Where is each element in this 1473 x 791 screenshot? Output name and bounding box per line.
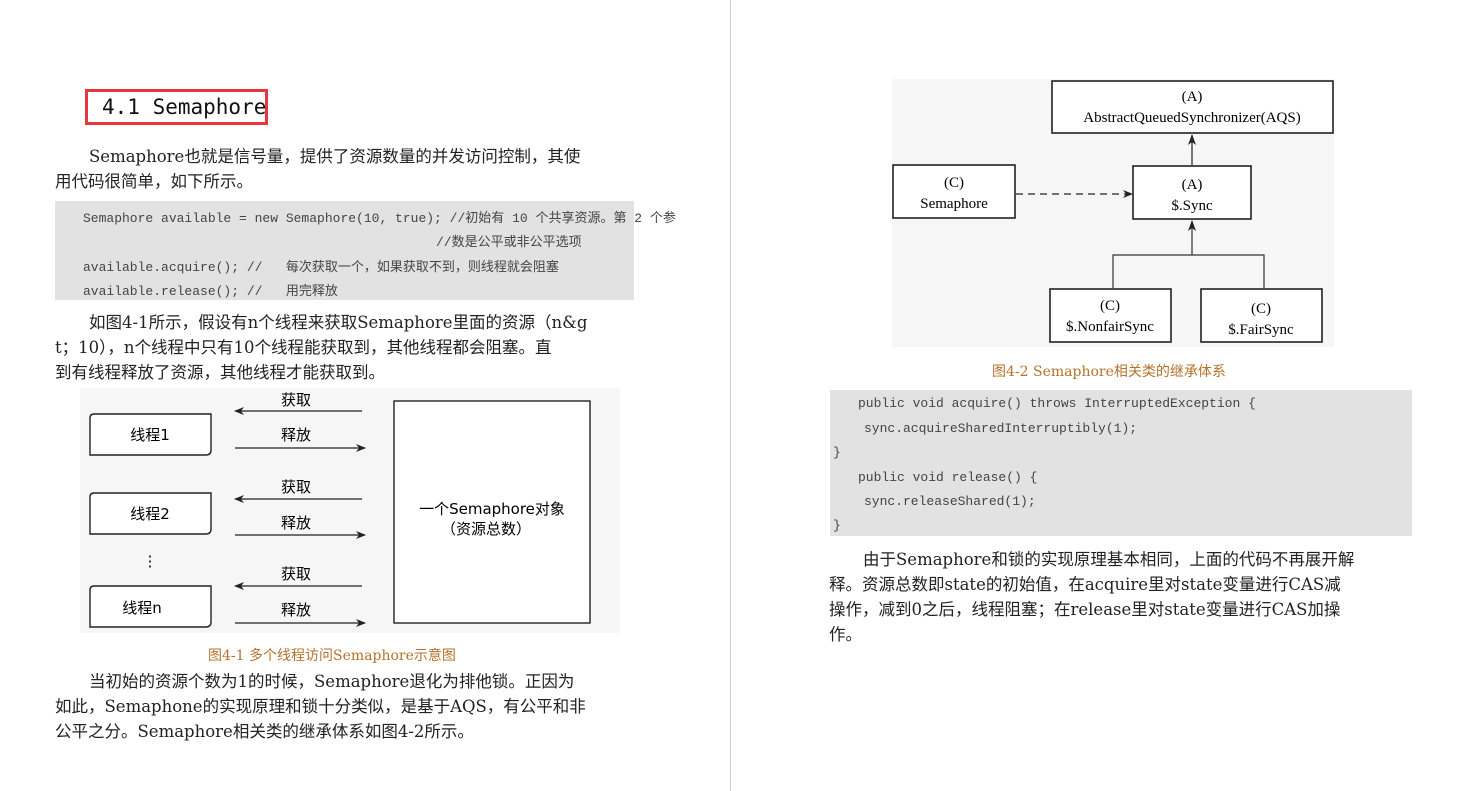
thread-label: 线程1 xyxy=(130,426,170,444)
acquire-label: 获取 xyxy=(281,478,311,496)
thread-box-1: 线程1 xyxy=(89,413,212,456)
acquire-label: 获取 xyxy=(281,391,311,409)
paragraph-3: 当初始的资源个数为1的时候，Semaphore退化为排他锁。正因为 如此，Sem… xyxy=(55,669,586,744)
resource-total-label: （资源总数） xyxy=(441,520,531,538)
figure-4-2: (A) AbstractQueuedSynchronizer(AQS) (A) … xyxy=(892,79,1334,347)
class-name: $.NonfairSync xyxy=(1066,319,1154,335)
figure-4-1: 线程1 线程2 ⋮ 线程n 获取 释放 获取 释放 获取 释放 一个Semaph… xyxy=(80,388,620,633)
paragraph-line: 作。 xyxy=(829,625,862,644)
code-line: public void release() { xyxy=(858,470,1038,485)
intro-paragraph: Semaphore也就是信号量，提供了资源数量的并发访问控制，其使 用代码很简单… xyxy=(55,144,580,194)
paragraph-line: 到有线程释放了资源，其他线程才能获取到。 xyxy=(55,363,385,382)
thread-box-n: 线程n xyxy=(89,585,212,628)
code-line: sync.releaseShared(1); xyxy=(864,494,1036,509)
semaphore-object-label: 一个Semaphore对象 xyxy=(419,500,565,518)
figure-4-2-caption: 图4-2 Semaphore相关类的继承体系 xyxy=(992,364,1226,380)
code-block-2: public void acquire() throws Interrupted… xyxy=(830,390,1412,536)
class-name: $.FairSync xyxy=(1228,322,1294,338)
fair-sync-class-box: (C) $.FairSync xyxy=(1200,288,1323,343)
code-line: available.acquire(); // 每次获取一个，如果获取不到，则线… xyxy=(83,260,559,275)
code-line: } xyxy=(833,518,841,533)
code-line: sync.acquireSharedInterruptibly(1); xyxy=(864,421,1138,436)
paragraph-line: 公平之分。Semaphore相关类的继承体系如图4-2所示。 xyxy=(55,722,474,741)
thread-label: 线程2 xyxy=(130,505,170,523)
section-heading: 4.1 Semaphore xyxy=(102,95,267,119)
thread-box-2: 线程2 xyxy=(89,492,212,535)
paragraph-line: 释。资源总数即state的初始值，在acquire里对state变量进行CAS减 xyxy=(829,575,1341,594)
semaphore-object-box: 一个Semaphore对象 （资源总数） xyxy=(393,400,591,624)
section-heading-box: 4.1 Semaphore xyxy=(85,89,268,125)
release-label: 释放 xyxy=(281,426,311,444)
code-line: public void acquire() throws Interrupted… xyxy=(858,396,1256,411)
code-block-1: Semaphore available = new Semaphore(10, … xyxy=(55,201,676,300)
page-divider xyxy=(730,0,731,791)
class-type: (C) xyxy=(1100,298,1120,314)
class-type: (C) xyxy=(944,175,964,191)
sync-class-box: (A) $.Sync xyxy=(1132,165,1252,220)
paragraph-line: 由于Semaphore和锁的实现原理基本相同，上面的代码不再展开解 xyxy=(863,550,1355,569)
paragraph-4: 由于Semaphore和锁的实现原理基本相同，上面的代码不再展开解 释。资源总数… xyxy=(829,547,1354,647)
code-line: Semaphore available = new Semaphore(10, … xyxy=(83,211,676,226)
code-line: available.release(); // 用完释放 xyxy=(83,284,338,299)
paragraph-2: 如图4-1所示，假设有n个线程来获取Semaphore里面的资源（n&g t；1… xyxy=(55,310,587,385)
paragraph-line: 当初始的资源个数为1的时候，Semaphore退化为排他锁。正因为 xyxy=(89,672,575,691)
paragraph-line: Semaphore也就是信号量，提供了资源数量的并发访问控制，其使 xyxy=(89,147,581,166)
class-name: Semaphore xyxy=(920,196,988,212)
class-name: $.Sync xyxy=(1171,198,1213,214)
paragraph-line: 操作，减到0之后，线程阻塞；在release里对state变量进行CAS加操 xyxy=(829,600,1341,619)
code-line: } xyxy=(833,445,841,460)
aqs-class-box: (A) AbstractQueuedSynchronizer(AQS) xyxy=(1051,80,1334,134)
ellipsis: ⋮ xyxy=(143,552,158,570)
figure-4-1-caption: 图4-1 多个线程访问Semaphore示意图 xyxy=(208,648,456,664)
class-type: (A) xyxy=(1182,177,1203,193)
semaphore-class-box: (C) Semaphore xyxy=(892,164,1016,219)
paragraph-line: 如图4-1所示，假设有n个线程来获取Semaphore里面的资源（n&g xyxy=(89,313,588,332)
acquire-label: 获取 xyxy=(281,565,311,583)
paragraph-line: t；10），n个线程中只有10个线程能获取到，其他线程都会阻塞。直 xyxy=(55,338,552,357)
class-type: (C) xyxy=(1251,301,1271,317)
code-line: //数是公平或非公平选项 xyxy=(436,235,582,250)
paragraph-line: 如此，Semaphone的实现原理和锁十分类似，是基于AQS，有公平和非 xyxy=(55,697,586,716)
release-label: 释放 xyxy=(281,514,311,532)
class-type: (A) xyxy=(1182,89,1203,105)
nonfair-sync-class-box: (C) $.NonfairSync xyxy=(1049,288,1172,343)
paragraph-line: 用代码很简单，如下所示。 xyxy=(55,172,253,191)
class-name: AbstractQueuedSynchronizer(AQS) xyxy=(1083,110,1300,126)
release-label: 释放 xyxy=(281,601,311,619)
thread-label: 线程n xyxy=(122,599,162,617)
